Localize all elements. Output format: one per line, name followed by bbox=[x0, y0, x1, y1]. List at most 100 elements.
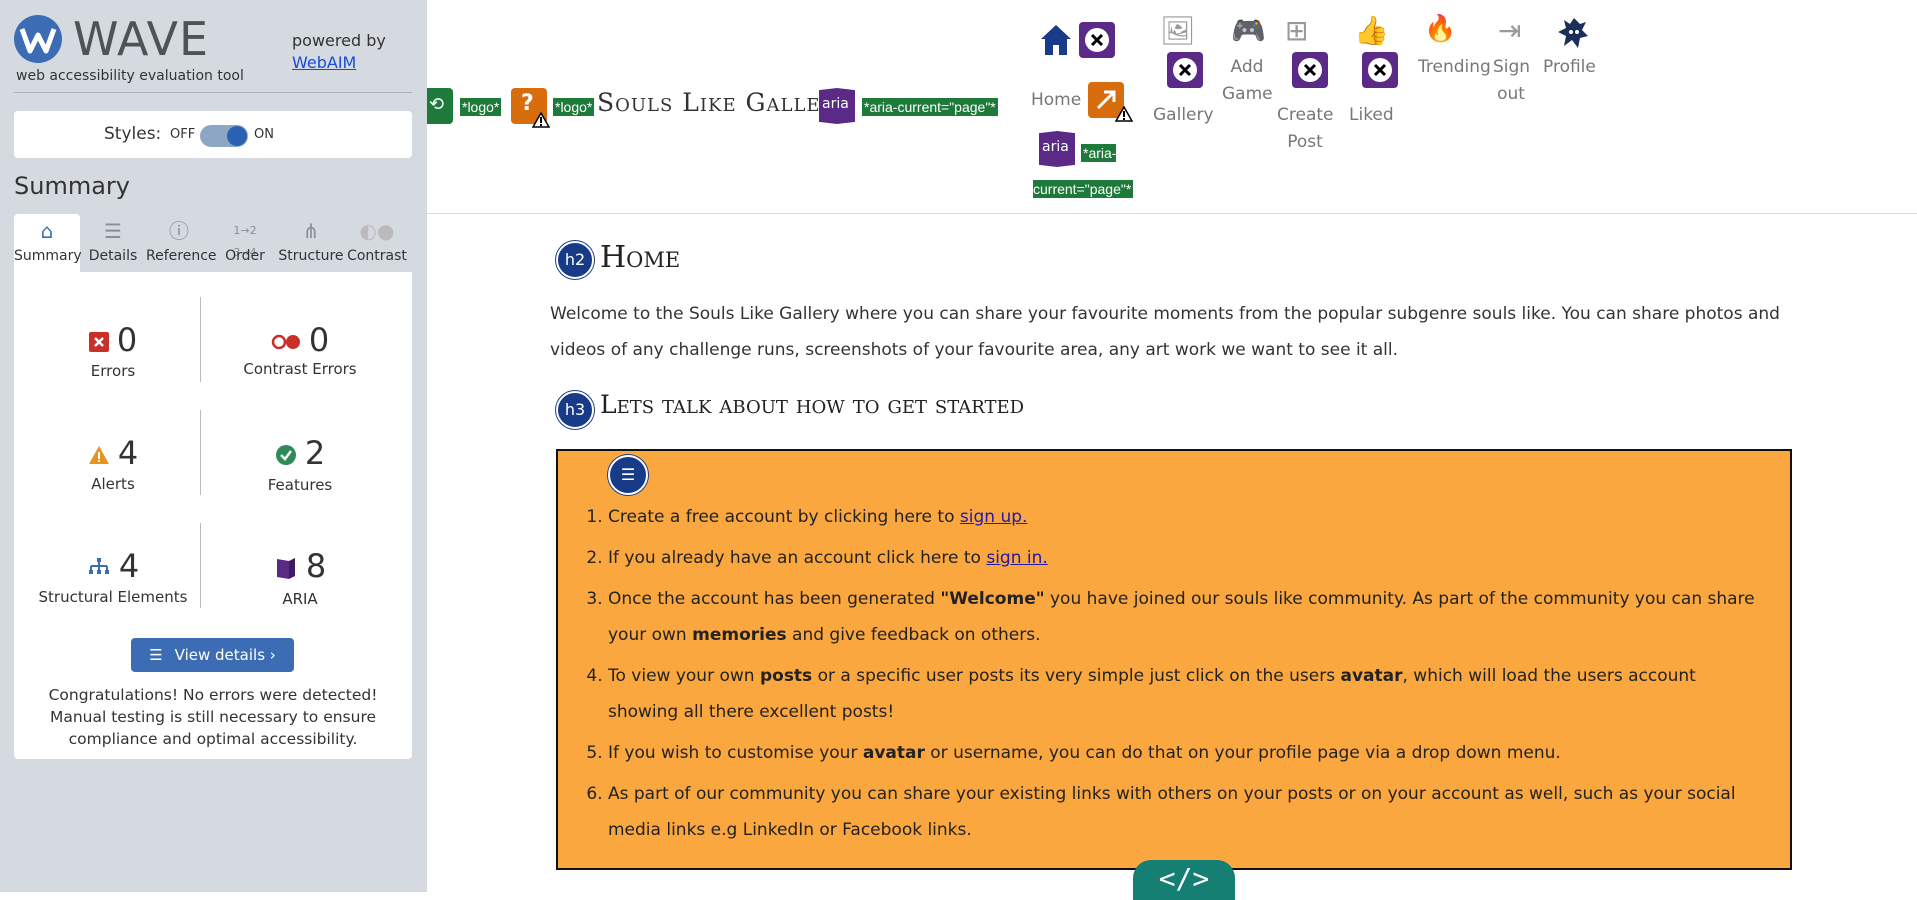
home-icon bbox=[1038, 22, 1074, 58]
contrast-errors-count: 0 bbox=[308, 321, 330, 359]
tab-summary[interactable]: ⌂ Summary bbox=[14, 214, 82, 272]
divider bbox=[200, 523, 201, 608]
aria-icon bbox=[274, 556, 298, 584]
aria-current-tag: *aria-current="page"* bbox=[862, 98, 998, 116]
home-icon: ⌂ bbox=[40, 219, 54, 243]
h3-badge: h3 bbox=[556, 391, 594, 429]
code-badge-icon[interactable]: </> bbox=[1133, 860, 1235, 900]
styles-toggle[interactable] bbox=[200, 125, 248, 147]
h2-badge: h2 bbox=[556, 241, 594, 279]
divider bbox=[14, 92, 412, 93]
alerts-stat[interactable]: 4 Alerts bbox=[28, 433, 198, 493]
avatar[interactable] bbox=[1556, 14, 1592, 50]
tab-label: Structure bbox=[278, 248, 344, 264]
redundant-link-alert-icon bbox=[1088, 82, 1133, 122]
webaim-link[interactable]: WebAIM bbox=[292, 53, 356, 72]
aria-badge: aria bbox=[819, 88, 855, 124]
errors-label: Errors bbox=[90, 361, 136, 380]
list-item: As part of our community you can share y… bbox=[608, 776, 1758, 848]
brand-link[interactable]: Souls Like Gallery bbox=[597, 88, 847, 117]
link-icon: ⟲ bbox=[427, 88, 453, 124]
features-stat[interactable]: 2 Features bbox=[215, 433, 385, 494]
contrast-error-icon bbox=[271, 334, 301, 354]
features-count: 2 bbox=[304, 434, 326, 472]
summary-heading: Summary bbox=[14, 172, 130, 200]
wave-logo-icon bbox=[14, 15, 62, 63]
view-details-button[interactable]: ☰ View details › bbox=[131, 638, 294, 672]
order-icon: 1→2 3→4 bbox=[233, 224, 257, 259]
tab-label: Summary bbox=[14, 248, 82, 264]
list-item: If you already have an account click her… bbox=[608, 540, 1758, 576]
aria-count: 8 bbox=[305, 547, 327, 585]
logo-alt-tag: *logo* bbox=[460, 98, 502, 116]
nav-gallery[interactable]: Gallery bbox=[1153, 102, 1214, 129]
list-icon: ☰ bbox=[608, 455, 648, 495]
nav-sign-out[interactable]: Sign out bbox=[1493, 54, 1530, 108]
info-icon: ⓘ bbox=[169, 219, 189, 243]
styles-toggle-panel: Styles: OFF ON bbox=[14, 111, 412, 158]
fire-icon: 🔥 bbox=[1424, 14, 1457, 44]
wave-tabs: ⌂ Summary ☰ Details ⓘ Reference 1→2 3→4 Order… bbox=[14, 214, 412, 272]
styles-on-label: ON bbox=[254, 127, 274, 142]
nav-profile[interactable]: Profile bbox=[1543, 54, 1596, 81]
tab-contrast[interactable]: ◐● Contrast bbox=[344, 214, 410, 272]
sign-up-link[interactable]: sign up. bbox=[960, 507, 1028, 527]
alert-question-icon: ? bbox=[511, 88, 550, 128]
structural-stat[interactable]: 4 Structural Elements bbox=[28, 546, 198, 606]
sign-in-link[interactable]: sign in. bbox=[986, 548, 1047, 568]
tab-structure[interactable]: ⋔ Structure bbox=[278, 214, 344, 272]
aria-error-icon bbox=[1167, 52, 1203, 88]
powered-by-label: powered by bbox=[292, 31, 386, 50]
aria-badge-label: aria bbox=[822, 96, 849, 112]
nav-add-game[interactable]: Add Game bbox=[1222, 54, 1273, 108]
alert-icon bbox=[88, 445, 110, 469]
aria-error-icon bbox=[1079, 22, 1115, 58]
wave-sidebar: WAVE web accessibility evaluation tool p… bbox=[0, 0, 427, 892]
styles-label: Styles: bbox=[104, 124, 162, 144]
nav-liked[interactable]: Liked bbox=[1349, 102, 1394, 129]
congrats-message: Congratulations! No errors were detected… bbox=[48, 686, 378, 748]
features-label: Features bbox=[267, 475, 333, 494]
powered-by: powered by WebAIM bbox=[292, 30, 386, 74]
aria-stat[interactable]: 8 ARIA bbox=[215, 546, 385, 608]
structure-icon: ⋔ bbox=[302, 219, 320, 243]
tab-reference[interactable]: ⓘ Reference bbox=[146, 214, 217, 272]
nav-home[interactable]: Home bbox=[1031, 87, 1081, 114]
intro-paragraph: Welcome to the Souls Like Gallery where … bbox=[550, 304, 1780, 360]
nav-create-post[interactable]: Create Post bbox=[1277, 102, 1334, 156]
gallery-icon: 🖼 bbox=[1160, 14, 1196, 47]
sign-out-icon: ⇥ bbox=[1498, 14, 1522, 47]
structural-count: 4 bbox=[118, 547, 140, 585]
errors-count: 0 bbox=[116, 321, 138, 359]
tab-order[interactable]: 1→2 3→4 Order bbox=[212, 214, 278, 272]
tab-details[interactable]: ☰ Details bbox=[80, 214, 146, 272]
list-item: Create a free account by clicking here t… bbox=[608, 499, 1758, 535]
steps-list: Create a free account by clicking here t… bbox=[608, 499, 1758, 853]
alerts-label: Alerts bbox=[91, 474, 135, 493]
aria-current-tag-wrap: *aria-current="page"* bbox=[1033, 135, 1148, 207]
nav-trending[interactable]: Trending bbox=[1418, 54, 1491, 81]
aria-error-icon bbox=[1362, 52, 1398, 88]
structure-icon bbox=[87, 557, 111, 582]
section-heading: Lets talk about how to get started bbox=[600, 390, 1025, 419]
structural-label: Structural Elements bbox=[38, 587, 188, 606]
alerts-count: 4 bbox=[117, 434, 139, 472]
list-item: If you wish to customise your avatar or … bbox=[608, 735, 1758, 771]
divider bbox=[200, 410, 201, 495]
contrast-errors-stat[interactable]: 0 Contrast Errors bbox=[215, 320, 385, 378]
aria-current-tag: *aria-current="page"* bbox=[1033, 144, 1134, 198]
wave-subtitle: web accessibility evaluation tool bbox=[16, 68, 244, 84]
list-item: To view your own posts or a specific use… bbox=[608, 658, 1758, 730]
tab-label: Order bbox=[225, 248, 265, 264]
feature-check-icon bbox=[275, 444, 297, 470]
tab-label: Reference bbox=[146, 248, 217, 264]
error-icon bbox=[88, 331, 109, 356]
errors-stat[interactable]: 0 Errors bbox=[28, 320, 198, 380]
list-icon: ☰ bbox=[149, 646, 163, 664]
logo-alt-tag: *logo* bbox=[553, 98, 595, 116]
gamepad-icon: 🎮 bbox=[1231, 14, 1266, 47]
thumbs-up-icon: 👍 bbox=[1354, 14, 1389, 47]
contrast-errors-label: Contrast Errors bbox=[243, 360, 357, 378]
list-item: Once the account has been generated "Wel… bbox=[608, 581, 1758, 653]
list-icon: ☰ bbox=[104, 219, 122, 243]
